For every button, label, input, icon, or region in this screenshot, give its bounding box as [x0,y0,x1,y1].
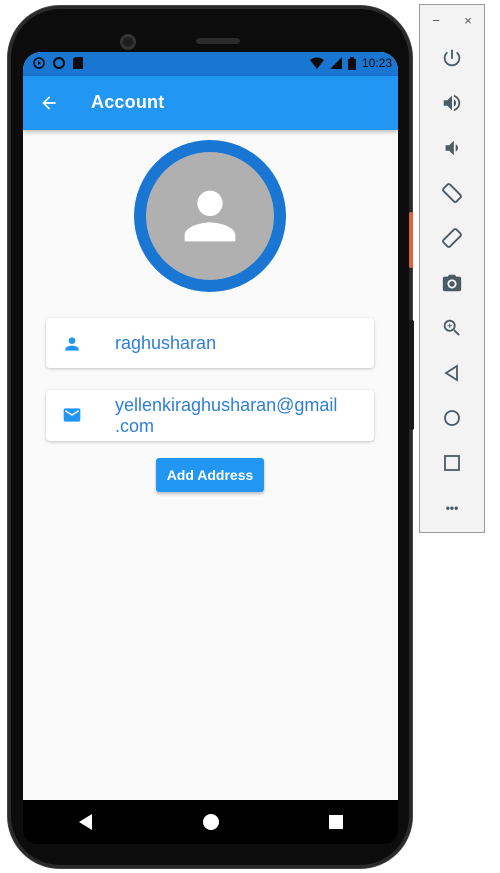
circle-home-icon [202,814,219,830]
page-title: Account [91,92,165,112]
person-icon [184,190,236,242]
record-icon [53,57,65,69]
wifi-icon [309,57,324,69]
status-right-icons: 10:23 [309,56,392,70]
zoom-button[interactable] [437,313,467,343]
email-line-1: yellenkiraghusharan@gmail [115,395,338,415]
username-card[interactable]: raghusharan [46,318,374,368]
volume-down-button[interactable] [437,133,467,163]
volume-key [409,320,414,430]
rotate-left-button[interactable] [437,178,467,208]
email-icon [63,408,81,422]
battery-icon [347,56,356,70]
close-button[interactable]: × [464,13,472,28]
toolbar-window-controls: − × [420,13,484,28]
status-bar: 10:23 [23,52,398,76]
square-recents-icon [328,815,343,829]
emulator-toolbar: − × ••• [419,4,485,533]
email-card[interactable]: yellenkiraghusharan@gmail .com [46,390,374,441]
zoom-in-icon [443,319,460,336]
power-key [409,212,413,268]
username-text: raghusharan [115,333,217,353]
sd-card-icon [73,57,83,69]
back-button[interactable] [35,89,63,117]
avatar-placeholder [146,152,274,280]
device-screen: 10:23 Account raghusharan yellenkiraghus… [23,52,398,800]
nav-back-button[interactable] [66,802,106,842]
person-icon [65,337,79,351]
more-button[interactable]: ••• [437,493,467,523]
signal-icon [329,57,342,69]
play-store-icon [33,57,45,69]
triangle-back-icon [78,814,92,830]
camera-icon [442,274,462,292]
nav-home-button[interactable] [191,802,231,842]
email-line-2: .com [115,416,155,436]
overview-button-emulator[interactable] [437,448,467,478]
square-outline-icon [444,455,460,471]
back-button-emulator[interactable] [437,358,467,388]
avatar[interactable] [134,140,286,292]
home-button-emulator[interactable] [437,403,467,433]
arrow-back-icon [42,96,56,110]
volume-up-button[interactable] [437,88,467,118]
screenshot-button[interactable] [437,268,467,298]
status-time: 10:23 [361,56,392,70]
more-icon: ••• [445,501,459,515]
earpiece-speaker [196,38,240,44]
circle-outline-icon [444,410,460,426]
power-button[interactable] [437,43,467,73]
app-bar: Account [23,76,398,130]
power-icon [443,49,461,67]
nav-recents-button[interactable] [316,802,356,842]
rotate-right-button[interactable] [437,223,467,253]
status-left-icons [33,57,83,69]
volume-down-icon [445,140,458,156]
front-camera [120,34,136,50]
minimize-button[interactable]: − [432,13,440,28]
triangle-back-outline-icon [444,364,458,382]
system-nav-bar [23,800,398,844]
email-text: yellenkiraghusharan@gmail .com [115,395,337,437]
add-address-button[interactable]: Add Address [156,458,264,492]
rotate-left-icon [442,183,462,203]
volume-up-icon [443,94,461,112]
rotate-right-icon [442,228,462,248]
